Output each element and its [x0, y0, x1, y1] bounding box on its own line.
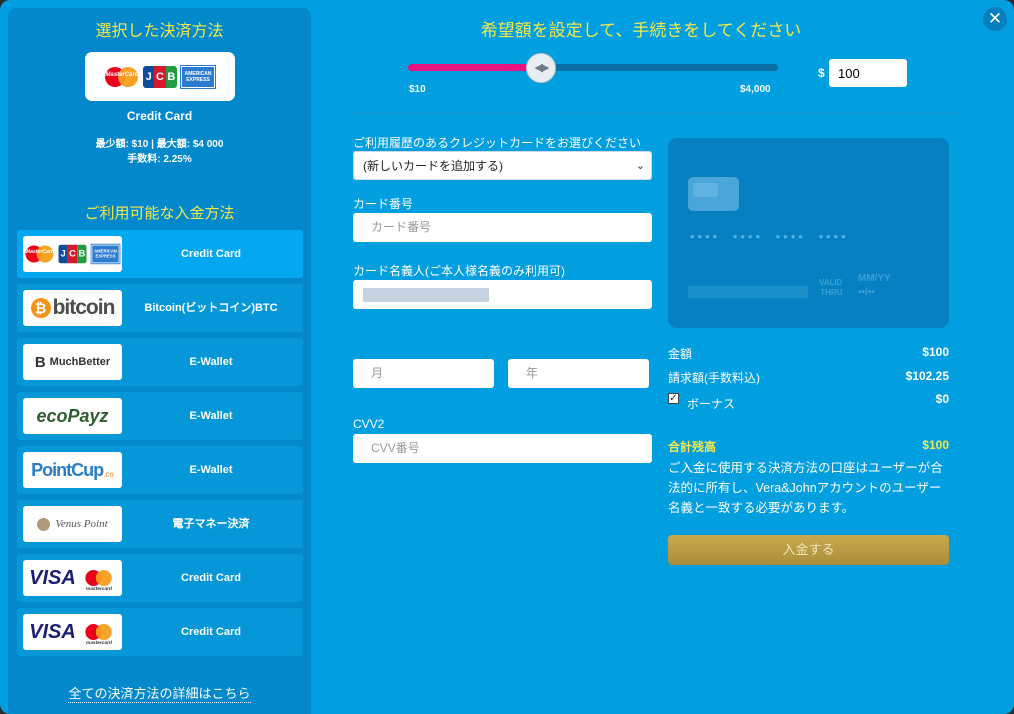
- limits-text: 最少額: $10 | 最大額: $4 000: [95, 139, 224, 150]
- method-item-credit-card[interactable]: MasterCard JCB AMERICAN EXPRESS Credit C…: [17, 230, 303, 278]
- method-name: E-Wallet: [189, 464, 233, 476]
- amount-slider-track[interactable]: [408, 64, 778, 71]
- available-methods-title: ご利用可能な入金方法: [84, 205, 235, 222]
- currency-symbol: $: [818, 66, 825, 80]
- method-name: Credit Card: [181, 626, 241, 638]
- card-preview-valid-label: VALID THRU: [819, 278, 843, 297]
- method-name: E-Wallet: [189, 356, 233, 368]
- method-item-ecopayz[interactable]: ecoPayz E-Wallet: [17, 392, 303, 440]
- method-item-visa-mastercard-2[interactable]: VISA mastercard Credit Card: [17, 608, 303, 656]
- selected-method-name: Credit Card: [126, 109, 193, 123]
- amex-logo: AMERICAN EXPRESS: [180, 64, 216, 89]
- deposit-modal: 選択した決済方法 MasterCard J C B AMERICAN EXPRE…: [0, 0, 1014, 714]
- jcb-logo: J C B: [143, 65, 177, 88]
- selected-method-logo: MasterCard J C B AMERICAN EXPRESS: [85, 52, 235, 101]
- expiry-year-input[interactable]: 年: [508, 359, 649, 388]
- card-preview-name: [688, 286, 808, 298]
- selected-method-limits: 最少額: $10 | 最大額: $4 000 手数料: 2.25%: [8, 137, 311, 167]
- method-name: Bitcoin(ビットコイン)BTC: [144, 302, 278, 314]
- method-name: E-Wallet: [189, 410, 233, 422]
- page-title: 希望額を設定して、手続きをしてください: [480, 21, 802, 40]
- divider: [352, 113, 960, 114]
- fee-text: 手数料: 2.25%: [127, 154, 192, 165]
- expiry-month-input[interactable]: 月: [353, 359, 494, 388]
- method-name: 電子マネー決済: [172, 518, 250, 530]
- cvv-input[interactable]: CVV番号: [353, 434, 652, 463]
- card-preview: •••• •••• •••• •••• VALID THRU MM/YY ••/…: [668, 138, 949, 328]
- method-item-bitcoin[interactable]: ₿ bitcoin Bitcoin(ビットコイン)BTC: [17, 284, 303, 332]
- card-number-input[interactable]: カード番号: [353, 213, 652, 242]
- visa-mastercard-logo: VISA mastercard: [23, 614, 122, 650]
- method-item-visa-mastercard[interactable]: VISA mastercard Credit Card: [17, 554, 303, 602]
- card-chip-icon: [688, 177, 739, 211]
- redacted-name: [363, 288, 489, 302]
- mastercard-logo: MasterCard: [105, 66, 139, 88]
- method-item-muchbetter[interactable]: B MuchBetter E-Wallet: [17, 338, 303, 386]
- bonus-checkbox[interactable]: ✓: [668, 393, 679, 404]
- cards-logo: MasterCard JCB AMERICAN EXPRESS: [23, 236, 122, 272]
- card-preview-number: •••• •••• •••• ••••: [690, 229, 849, 244]
- deposit-button[interactable]: 入金する: [668, 535, 949, 565]
- bitcoin-logo: ₿ bitcoin: [23, 290, 122, 326]
- ownership-notice: ご入金に使用する決済方法の口座はユーザーが合法的に所有し、Vera&Johnアカ…: [668, 461, 943, 515]
- method-item-venuspoint[interactable]: Venus Point 電子マネー決済: [17, 500, 303, 548]
- all-methods-link[interactable]: 全ての決済方法の詳細はこちら: [8, 683, 311, 703]
- card-number-label: カード番号: [353, 197, 414, 211]
- saved-card-select[interactable]: (新しいカードを追加する) ⌄: [353, 151, 652, 180]
- amount-slider-fill: [408, 64, 543, 71]
- method-name: Credit Card: [181, 572, 241, 584]
- slider-min-label: $10: [409, 84, 426, 95]
- payment-method-panel: 選択した決済方法 MasterCard J C B AMERICAN EXPRE…: [8, 8, 311, 714]
- selected-method-title: 選択した決済方法: [95, 23, 224, 40]
- visa-mastercard-logo: VISA mastercard: [23, 560, 122, 596]
- venuspoint-logo: Venus Point: [23, 506, 122, 542]
- amount-input[interactable]: [829, 59, 907, 87]
- saved-card-label: ご利用履歴のあるクレジットカードをお選びください: [353, 136, 642, 150]
- slider-handle[interactable]: ◀▶: [526, 53, 556, 83]
- cvv-label: CVV2: [353, 417, 385, 431]
- card-holder-label: カード名義人(ご本人様名義のみ利用可): [353, 264, 565, 278]
- ecopayz-logo: ecoPayz: [23, 398, 122, 434]
- slider-max-label: $4,000: [740, 84, 771, 95]
- muchbetter-logo: B MuchBetter: [23, 344, 122, 380]
- method-item-pointcup[interactable]: PointCup .co E-Wallet: [17, 446, 303, 494]
- card-preview-expiry: MM/YY ••/••: [858, 273, 891, 298]
- close-icon[interactable]: ✕: [983, 7, 1007, 31]
- card-holder-input[interactable]: [353, 280, 652, 309]
- method-name: Credit Card: [181, 248, 241, 260]
- pointcup-logo: PointCup .co: [23, 452, 122, 488]
- chevron-down-icon: ⌄: [635, 160, 645, 172]
